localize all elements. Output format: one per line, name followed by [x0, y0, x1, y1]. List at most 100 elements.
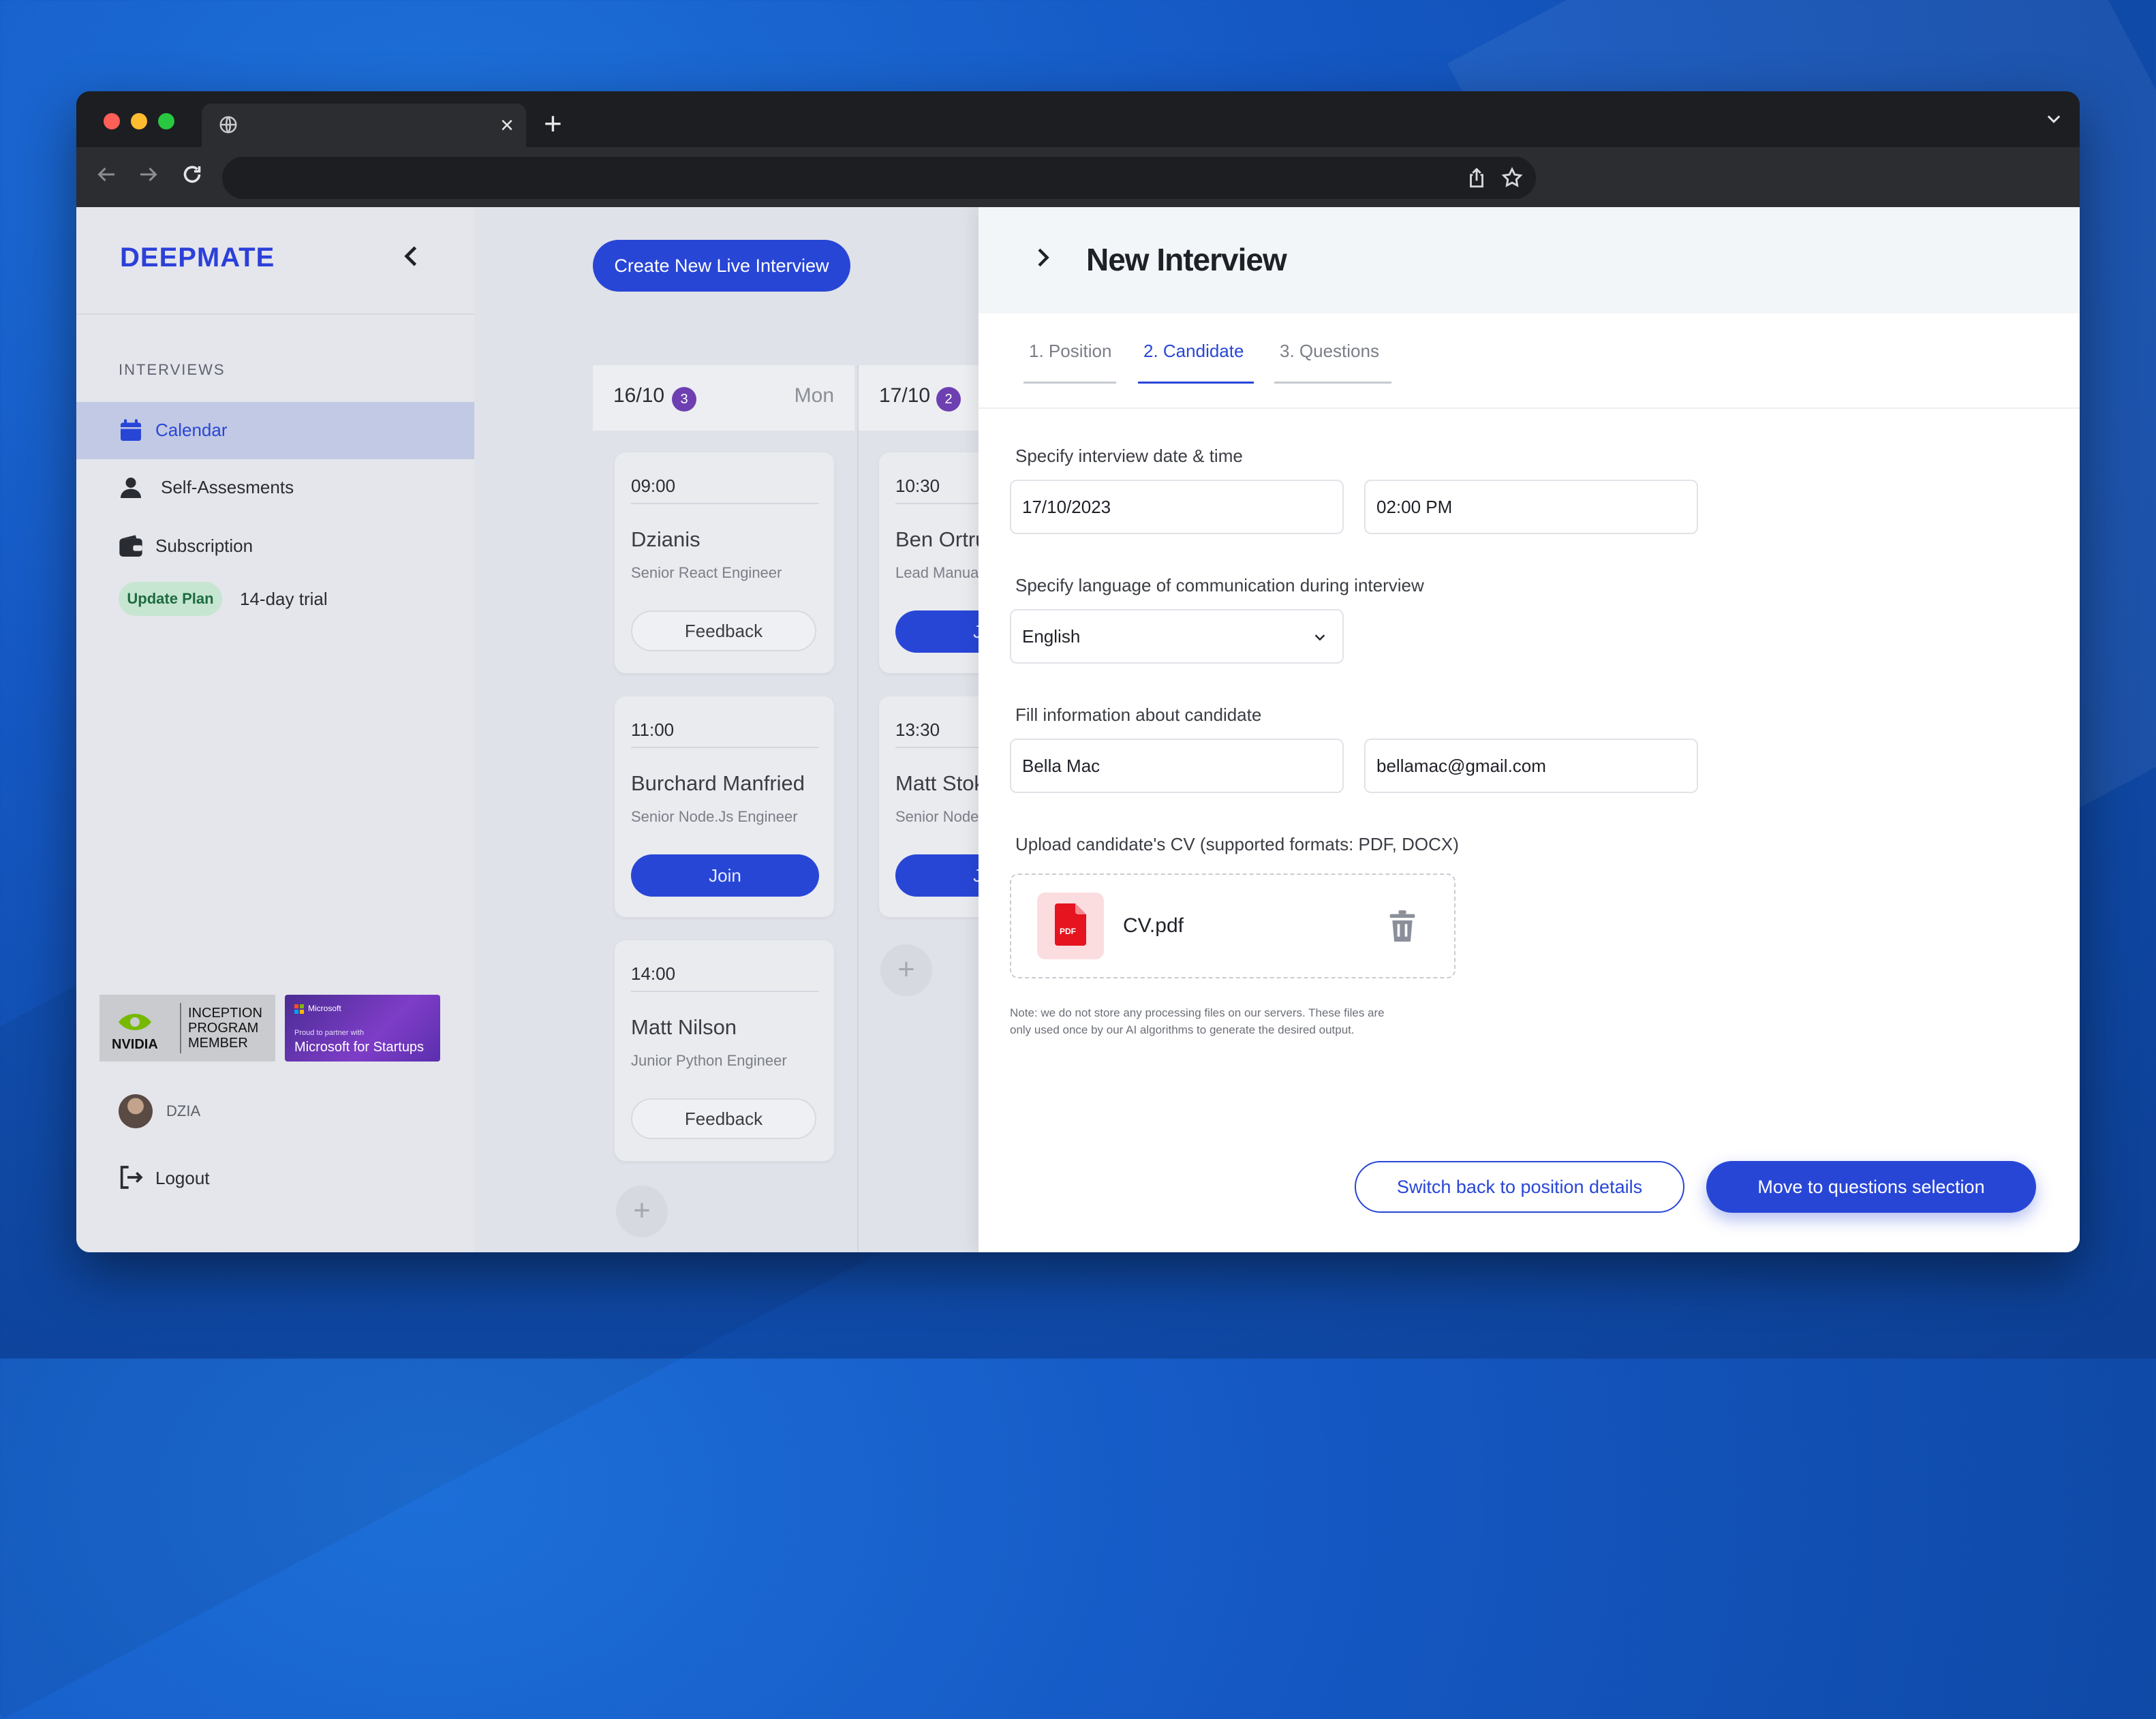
next-to-questions-button[interactable]: Move to questions selection: [1706, 1161, 2036, 1213]
close-window-button[interactable]: [104, 113, 120, 129]
interview-time: 09:00: [631, 476, 676, 496]
new-tab-button[interactable]: +: [544, 106, 562, 140]
user-name: DZIA: [166, 1102, 201, 1119]
reload-icon[interactable]: [180, 162, 204, 187]
microsoft-wordmark: Microsoft: [308, 1004, 341, 1013]
candidate-info-label: Fill information about candidate: [1015, 704, 1262, 725]
feedback-button[interactable]: Feedback: [631, 610, 816, 651]
candidate-name: Matt Nilson: [631, 1015, 737, 1039]
add-interview-button[interactable]: +: [616, 1186, 668, 1237]
chevron-right-icon[interactable]: [1029, 244, 1056, 271]
join-button[interactable]: Join: [631, 854, 819, 897]
day-date: 17/10: [879, 384, 931, 407]
candidate-role: Senior Node.Js Engineer: [631, 808, 798, 825]
pdf-badge: PDF: [1060, 927, 1076, 936]
sidebar-item-label: Calendar: [155, 420, 228, 440]
divider: [979, 407, 2080, 409]
sidebar: DEEPMATE INTERVIEWS Calendar Self-Assesm…: [76, 207, 474, 1252]
interview-card[interactable]: 09:00 Dzianis Senior React Engineer Feed…: [615, 452, 834, 673]
nvidia-line: INCEPTION: [188, 1006, 262, 1021]
sidebar-item-calendar[interactable]: Calendar: [76, 402, 474, 459]
tab-questions[interactable]: 3. Questions: [1280, 341, 1379, 362]
microsoft-startups-badge: Microsoft Proud to partner with Microsof…: [285, 995, 440, 1062]
sidebar-item-subscription[interactable]: Subscription: [76, 518, 474, 575]
tab-underline: [1274, 382, 1391, 384]
privacy-note: Note: we do not store any processing fil…: [1010, 1006, 1385, 1036]
chevron-down-icon[interactable]: [2044, 109, 2063, 128]
tab-underline-active: [1138, 382, 1254, 384]
minimize-window-button[interactable]: [131, 113, 147, 129]
candidate-email-input[interactable]: bellamac@gmail.com: [1364, 739, 1698, 793]
trash-icon[interactable]: [1387, 910, 1417, 943]
interview-time: 13:30: [895, 719, 940, 740]
divider: [631, 991, 819, 992]
nvidia-inception-badge: NVIDIA INCEPTION PROGRAM MEMBER: [99, 995, 275, 1062]
sidebar-item-label: Subscription: [155, 536, 253, 556]
back-to-position-button[interactable]: Switch back to position details: [1355, 1161, 1684, 1213]
bookmark-star-icon[interactable]: [1500, 166, 1524, 189]
deepmate-logo[interactable]: DEEPMATE: [120, 243, 275, 273]
user-icon: [121, 478, 141, 498]
add-interview-button[interactable]: +: [880, 944, 932, 996]
tab-candidate[interactable]: 2. Candidate: [1143, 341, 1244, 362]
logout-button[interactable]: Logout: [117, 1161, 472, 1195]
tab-position[interactable]: 1. Position: [1029, 341, 1111, 362]
interview-time: 11:00: [631, 719, 675, 740]
avatar[interactable]: [119, 1094, 153, 1128]
day-column-16-10: 16/10 3 Mon 09:00 Dzianis Senior React E…: [593, 365, 854, 1252]
candidate-name-input[interactable]: Bella Mac: [1010, 739, 1344, 793]
browser-toolbar: [76, 147, 2080, 207]
candidate-role: Junior Python Engineer: [631, 1052, 787, 1069]
interview-card[interactable]: 11:00 Burchard Manfried Senior Node.Js E…: [615, 696, 834, 917]
language-value: English: [1022, 626, 1081, 647]
feedback-button[interactable]: Feedback: [631, 1098, 816, 1139]
update-plan-button[interactable]: Update Plan: [119, 582, 222, 616]
nvidia-line: MEMBER: [188, 1036, 248, 1051]
tab-close-icon[interactable]: ×: [500, 110, 514, 140]
sidebar-item-self-assesments[interactable]: Self-Assesments: [76, 459, 474, 516]
new-interview-panel: New Interview 1. Position 2. Candidate 3…: [979, 207, 2080, 1252]
forward-arrow-icon[interactable]: [136, 162, 161, 187]
microsoft-title: Microsoft for Startups: [294, 1040, 425, 1055]
wallet-icon: [119, 535, 142, 557]
trial-status: 14-day trial: [240, 589, 328, 609]
logout-label: Logout: [155, 1168, 210, 1188]
divider: [631, 747, 819, 748]
chevron-down-icon: [1314, 634, 1325, 641]
candidate-name: Dzianis: [631, 527, 700, 551]
interview-card[interactable]: 14:00 Matt Nilson Junior Python Engineer…: [615, 940, 834, 1161]
cv-dropzone[interactable]: PDF CV.pdf: [1010, 873, 1456, 978]
interview-count-badge: 2: [936, 387, 961, 412]
panel-title: New Interview: [1086, 242, 1287, 277]
nvidia-wordmark: NVIDIA: [112, 1037, 158, 1052]
section-label-interviews: INTERVIEWS: [119, 361, 226, 378]
microsoft-tagline: Proud to partner with: [294, 1029, 365, 1037]
zoom-window-button[interactable]: [158, 113, 174, 129]
globe-icon: [219, 116, 237, 134]
datetime-label: Specify interview date & time: [1015, 446, 1243, 466]
back-arrow-icon[interactable]: [94, 162, 119, 187]
day-weekday: Mon: [794, 384, 834, 407]
chevron-left-icon[interactable]: [397, 241, 427, 271]
candidate-role: Senior React Engineer: [631, 564, 782, 581]
share-icon[interactable]: [1465, 166, 1488, 189]
date-input[interactable]: 17/10/2023: [1010, 480, 1344, 534]
cv-upload-label: Upload candidate's CV (supported formats…: [1015, 834, 1459, 854]
pdf-file-icon: PDF: [1037, 893, 1104, 959]
divider: [631, 503, 819, 504]
day-header: 16/10 3 Mon: [593, 365, 854, 431]
title-bar: × +: [76, 91, 2080, 147]
nvidia-line: PROGRAM: [188, 1021, 259, 1036]
language-label: Specify language of communication during…: [1015, 575, 1424, 595]
interview-time: 14:00: [631, 963, 676, 984]
divider: [76, 313, 474, 315]
panel-header: New Interview: [979, 207, 2080, 313]
time-input[interactable]: 02:00 PM: [1364, 480, 1698, 534]
create-live-interview-button[interactable]: Create New Live Interview: [593, 240, 850, 292]
language-select[interactable]: English: [1010, 609, 1344, 664]
page-viewport: DEEPMATE INTERVIEWS Calendar Self-Assesm…: [76, 207, 2080, 1252]
sidebar-item-label: Self-Assesments: [161, 477, 294, 497]
calendar-icon: [121, 419, 141, 441]
address-bar[interactable]: [222, 157, 1536, 199]
browser-tab[interactable]: ×: [202, 104, 526, 147]
